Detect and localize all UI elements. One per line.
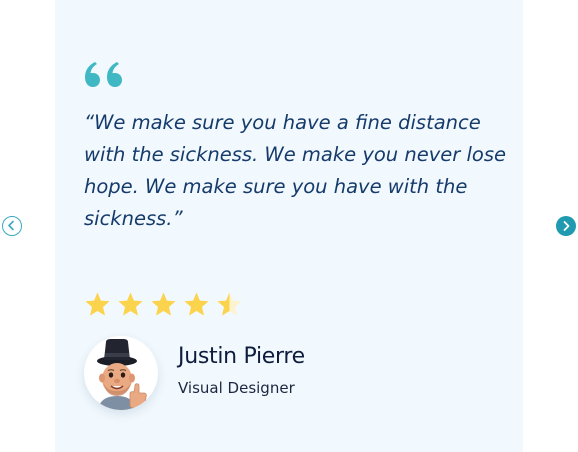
testimonial-card: “We make sure you have a fine distance w… <box>55 0 523 452</box>
star-icon <box>151 292 176 316</box>
quote-mark-icon <box>85 62 122 87</box>
author-role: Visual Designer <box>178 378 295 397</box>
star-icon <box>85 292 110 316</box>
avatar <box>84 336 158 410</box>
previous-slide-button[interactable] <box>2 216 22 236</box>
testimonial-slider: “We make sure you have a fine distance w… <box>0 0 578 452</box>
chevron-left-icon <box>8 220 14 231</box>
testimonial-author: Justin Pierre Visual Designer <box>84 336 305 410</box>
star-rating <box>84 291 243 318</box>
star-icon <box>184 292 209 316</box>
star-icon <box>118 292 143 316</box>
star-icon <box>217 292 242 316</box>
author-name: Justin Pierre <box>178 343 305 369</box>
memoji-avatar-icon <box>97 339 147 410</box>
author-info: Justin Pierre Visual Designer <box>178 342 305 399</box>
testimonial-quote: “We make sure you have a fine distance w… <box>84 111 506 230</box>
chevron-right-icon <box>563 221 570 231</box>
next-slide-button[interactable] <box>556 216 576 236</box>
